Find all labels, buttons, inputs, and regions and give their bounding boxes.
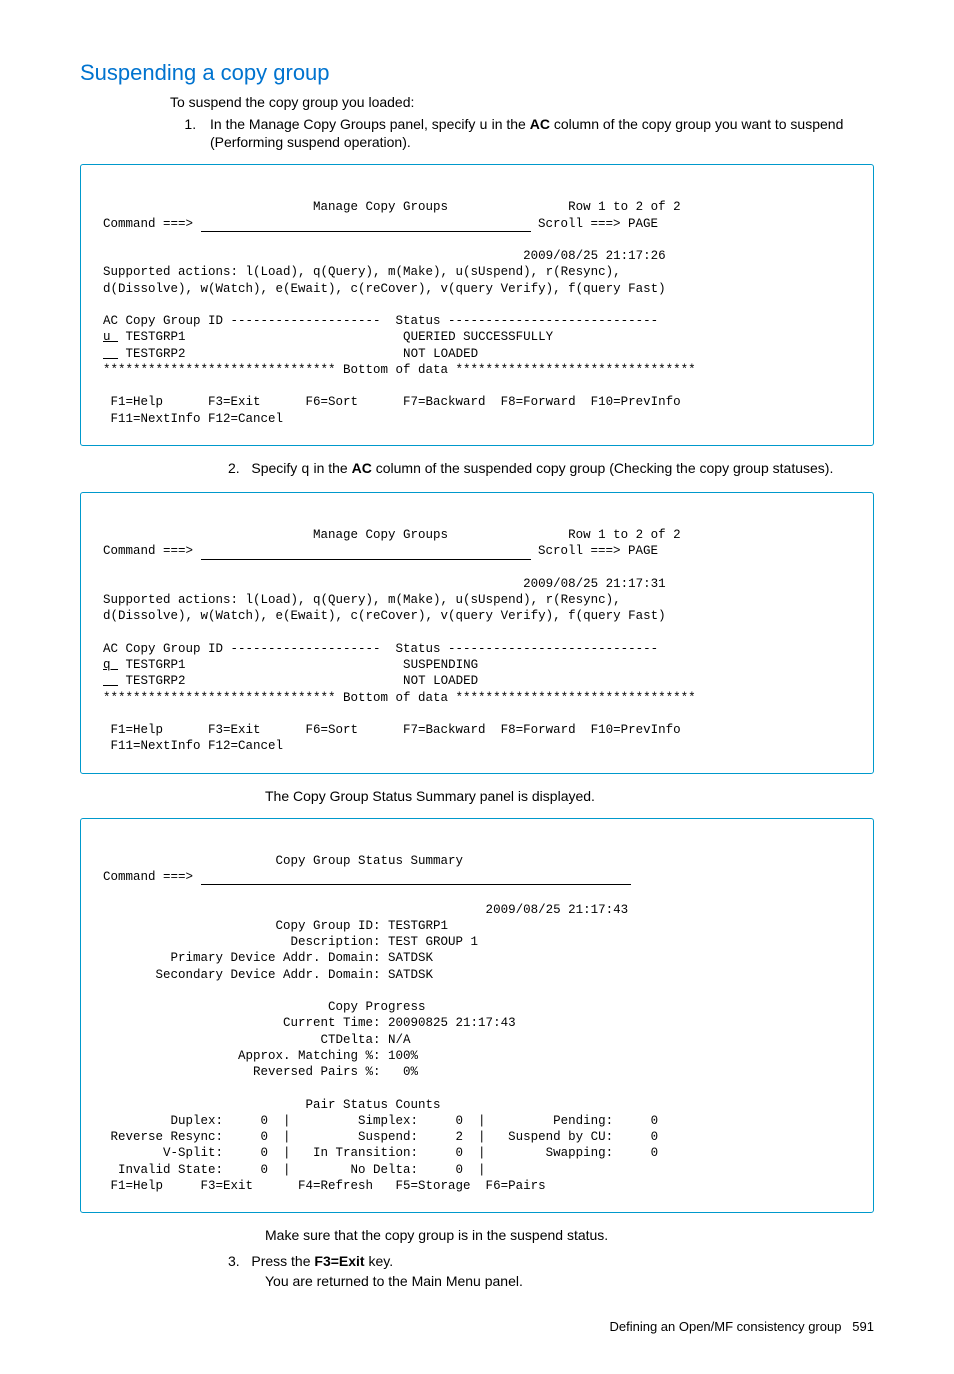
t1-fkeys2: F11=NextInfo F12=Cancel [103,412,283,426]
t3-fkeys: F1=Help F3=Exit F4=Refresh F5=Storage F6… [103,1179,546,1193]
terminal-panel-2: Manage Copy Groups Row 1 to 2 of 2 Comma… [80,492,874,774]
t2-cmd-label: Command ===> [103,544,201,558]
t2-actions2: d(Dissolve), w(Watch), e(Ewait), c(reCov… [103,609,666,623]
page-footer: Defining an Open/MF consistency group 59… [80,1319,874,1334]
t2-fkeys2: F11=NextInfo F12=Cancel [103,739,283,753]
page-number: 591 [852,1319,874,1334]
step-3: 3. Press the F3=Exit key. [228,1253,874,1269]
t2-title: Manage Copy Groups Row 1 to 2 of 2 [103,528,681,542]
t3-cp2: CTDelta: N/A [103,1033,411,1047]
t3-timestamp: 2009/08/25 21:17:43 [103,903,628,917]
intro-text: To suspend the copy group you loaded: [170,94,874,110]
after-step3-text: Make sure that the copy group is in the … [265,1227,874,1243]
t3-l1: Copy Group ID: TESTGRP1 [103,919,448,933]
t2-fkeys1: F1=Help F3=Exit F6=Sort F7=Backward F8=F… [103,723,681,737]
t3-cmd-label: Command ===> [103,870,201,884]
t3-l4: Secondary Device Addr. Domain: SATDSK [103,968,433,982]
step-2: 2. Specify q in the AC column of the sus… [228,460,874,478]
t3-cmd-input[interactable] [201,872,631,885]
t1-fkeys1: F1=Help F3=Exit F6=Sort F7=Backward F8=F… [103,395,681,409]
step3-bold: F3=Exit [314,1253,364,1269]
t3-cp-title: Copy Progress [103,1000,426,1014]
t1-scroll: Scroll ===> PAGE [531,217,659,231]
t2-row1-ac[interactable]: q [103,658,118,672]
step3-suffix: key. [365,1253,394,1269]
step3-prefix: Press the [251,1253,314,1269]
t3-l3: Primary Device Addr. Domain: SATDSK [103,951,433,965]
terminal-panel-1: Manage Copy Groups Row 1 to 2 of 2 Comma… [80,164,874,446]
t3-cp4: Reversed Pairs %: 0% [103,1065,418,1079]
steps-list: In the Manage Copy Groups panel, specify… [200,116,874,150]
t1-cmd-label: Command ===> [103,217,201,231]
t3-psc1: Duplex: 0 | Simplex: 0 | Pending: 0 [103,1114,658,1128]
t3-cp3: Approx. Matching %: 100% [103,1049,418,1063]
t3-psc-title: Pair Status Counts [103,1098,441,1112]
after-step2-text: The Copy Group Status Summary panel is d… [265,788,874,804]
t1-title: Manage Copy Groups Row 1 to 2 of 2 [103,200,681,214]
t2-cmd-input[interactable] [201,547,531,560]
t2-row2-rest: TESTGRP2 NOT LOADED [118,674,478,688]
step2-suffix: column of the suspended copy group (Chec… [372,460,834,476]
t1-row2-rest: TESTGRP2 NOT LOADED [118,347,478,361]
step1-code: u [479,118,487,134]
step-1: In the Manage Copy Groups panel, specify… [200,116,874,150]
t1-cmd-input[interactable] [201,219,531,232]
step2-mid: in the [310,460,352,476]
t1-row1-ac[interactable]: u [103,330,118,344]
step3-result: You are returned to the Main Menu panel. [265,1273,874,1289]
t1-actions2: d(Dissolve), w(Watch), e(Ewait), c(reCov… [103,282,666,296]
t3-cp1: Current Time: 20090825 21:17:43 [103,1016,516,1030]
t1-bottom: ******************************* Bottom o… [103,363,696,377]
terminal-panel-3: Copy Group Status Summary Command ===> 2… [80,818,874,1214]
t2-timestamp: 2009/08/25 21:17:31 [103,577,666,591]
t1-row1-rest: TESTGRP1 QUERIED SUCCESSFULLY [118,330,553,344]
t2-header: AC Copy Group ID -------------------- St… [103,642,658,656]
t1-actions1: Supported actions: l(Load), q(Query), m(… [103,265,621,279]
t2-row1-rest: TESTGRP1 SUSPENDING [118,658,478,672]
t1-row2-ac[interactable] [103,347,118,361]
t3-psc4: Invalid State: 0 | No Delta: 0 | [103,1163,486,1177]
step1-bold: AC [530,116,550,132]
t3-psc2: Reverse Resync: 0 | Suspend: 2 | Suspend… [103,1130,658,1144]
step2-code: q [301,462,309,478]
t2-bottom: ******************************* Bottom o… [103,691,696,705]
section-heading: Suspending a copy group [80,60,874,86]
t2-actions1: Supported actions: l(Load), q(Query), m(… [103,593,621,607]
t3-title: Copy Group Status Summary [103,854,463,868]
t1-timestamp: 2009/08/25 21:17:26 [103,249,666,263]
t3-l2: Description: TEST GROUP 1 [103,935,478,949]
t2-row2-ac[interactable] [103,674,118,688]
step3-num: 3. [228,1253,240,1269]
step1-prefix: In the Manage Copy Groups panel, specify [210,116,479,132]
step2-prefix: Specify [251,460,301,476]
step1-mid: in the [488,116,530,132]
t2-scroll: Scroll ===> PAGE [531,544,659,558]
footer-text: Defining an Open/MF consistency group [609,1319,841,1334]
step2-bold: AC [352,460,372,476]
t1-header: AC Copy Group ID -------------------- St… [103,314,658,328]
t3-psc3: V-Split: 0 | In Transition: 0 | Swapping… [103,1146,658,1160]
step2-num: 2. [228,460,240,476]
